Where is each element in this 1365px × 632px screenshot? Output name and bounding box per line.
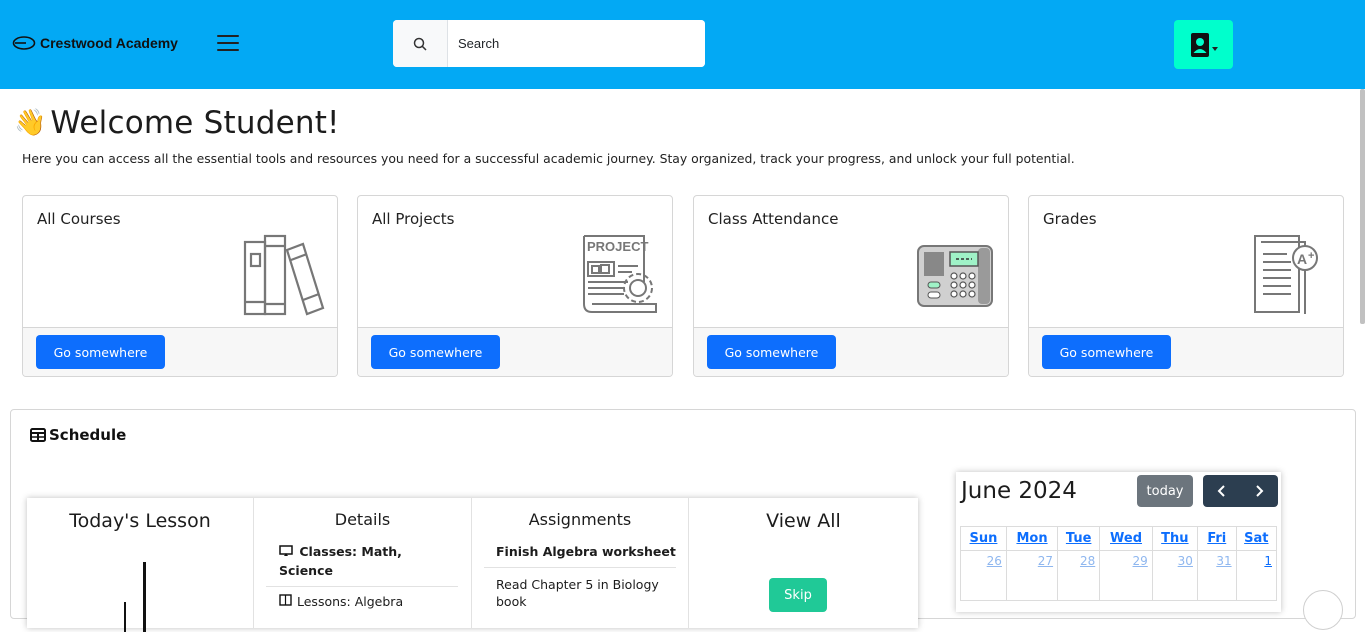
svg-text:PROJECT: PROJECT	[587, 239, 648, 254]
menu-toggle-icon[interactable]	[217, 35, 239, 53]
weekday-header[interactable]: Fri	[1196, 526, 1237, 551]
calendar-day[interactable]: 30	[1151, 550, 1198, 601]
profile-dropdown-button[interactable]	[1174, 20, 1233, 69]
weekday-row: Sun Mon Tue Wed Thu Fri Sat	[960, 526, 1278, 551]
go-attendance-button[interactable]: Go somewhere	[707, 335, 836, 369]
view-all-column: View All Skip	[689, 498, 918, 628]
screen-icon	[279, 545, 293, 556]
waving-hand-icon: 👋	[14, 108, 47, 138]
logo-icon	[12, 36, 36, 50]
classes-info: Classes: Math, Science	[279, 542, 454, 580]
weekday-header[interactable]: Sun	[960, 526, 1007, 551]
card-class-attendance: Class Attendance Go somewhere	[693, 195, 1009, 377]
lessons-info: Lessons: Algebra	[279, 594, 403, 609]
assignment-item[interactable]: Finish Algebra worksheet	[496, 544, 676, 559]
page-title: Welcome Student!	[50, 105, 340, 141]
project-icon: PROJECT	[583, 235, 657, 313]
view-all-heading[interactable]: View All	[689, 510, 918, 532]
weekday-header[interactable]: Thu	[1151, 526, 1198, 551]
lesson-chart-line	[143, 562, 146, 632]
card-title: Grades	[1043, 210, 1097, 228]
next-month-button[interactable]	[1241, 475, 1279, 507]
todays-lesson-heading: Today's Lesson	[69, 510, 211, 532]
schedule-title-text: Schedule	[49, 426, 127, 444]
lesson-chart-tick	[124, 602, 126, 632]
weekday-header[interactable]: Mon	[1005, 526, 1059, 551]
search-input[interactable]	[448, 20, 705, 67]
calendar-day[interactable]: 28	[1057, 550, 1101, 601]
scroll-to-top-button[interactable]	[1303, 590, 1343, 630]
details-column: Details Classes: Math, Science Lessons: …	[254, 498, 472, 628]
card-footer: Go somewhere	[358, 327, 672, 376]
chevron-right-icon	[1256, 485, 1264, 497]
today-button[interactable]: today	[1137, 475, 1193, 507]
calendar-day[interactable]: 27	[1005, 550, 1059, 601]
welcome-heading: 👋 Welcome Student!	[14, 105, 340, 141]
details-heading: Details	[334, 510, 391, 529]
books-icon	[243, 234, 325, 316]
intro-text: Here you can access all the essential to…	[22, 151, 1075, 166]
card-grades: Grades A + Go somewhere	[1028, 195, 1344, 377]
calendar-title: June 2024	[961, 478, 1077, 504]
divider	[484, 567, 676, 568]
lessons-text: Lessons: Algebra	[297, 594, 404, 609]
week-row: 26 27 28 29 30 31 1	[960, 550, 1278, 601]
assignments-column: Assignments Finish Algebra worksheet Rea…	[472, 498, 689, 628]
calendar-day[interactable]: 1	[1235, 550, 1278, 601]
top-navbar: Crestwood Academy	[0, 0, 1365, 89]
svg-text:A: A	[1297, 251, 1307, 267]
prev-month-button[interactable]	[1203, 475, 1241, 507]
go-grades-button[interactable]: Go somewhere	[1042, 335, 1171, 369]
card-footer: Go somewhere	[1029, 327, 1343, 376]
card-all-projects: All Projects PROJECT Go somewhere	[357, 195, 673, 377]
divider	[266, 586, 458, 587]
skip-button[interactable]: Skip	[769, 578, 827, 612]
weekday-header[interactable]: Sat	[1235, 526, 1278, 551]
search-icon	[413, 37, 427, 51]
go-courses-button[interactable]: Go somewhere	[36, 335, 165, 369]
card-title: All Courses	[37, 210, 121, 228]
brand-name: Crestwood Academy	[40, 35, 178, 51]
calendar-day[interactable]: 29	[1099, 550, 1153, 601]
calendar-day[interactable]: 31	[1196, 550, 1237, 601]
card-footer: Go somewhere	[694, 327, 1008, 376]
page-scrollbar[interactable]	[1360, 89, 1365, 324]
go-projects-button[interactable]: Go somewhere	[371, 335, 500, 369]
weekday-header[interactable]: Tue	[1057, 526, 1101, 551]
book-icon	[279, 594, 292, 606]
attendance-machine-icon	[917, 245, 993, 307]
assignments-heading: Assignments	[528, 510, 632, 529]
search-bar	[393, 20, 705, 67]
card-all-courses: All Courses Go somewhere	[22, 195, 338, 377]
calendar-nav	[1203, 475, 1278, 507]
calendar-day[interactable]: 26	[960, 550, 1007, 601]
classes-text: Classes: Math, Science	[279, 544, 402, 578]
calendar-widget: June 2024 today Sun Mon Tue Wed Thu Fri …	[956, 472, 1281, 612]
schedule-title: Schedule	[30, 426, 126, 444]
brand-logo[interactable]: Crestwood Academy	[12, 34, 178, 52]
weekday-header[interactable]: Wed	[1099, 526, 1153, 551]
search-button[interactable]	[393, 20, 448, 67]
calendar-grid: Sun Mon Tue Wed Thu Fri Sat 26 27 28 29 …	[960, 526, 1278, 601]
todays-lesson-column: Today's Lesson	[27, 498, 254, 632]
user-contact-icon	[1190, 32, 1209, 57]
grade-report-icon: A +	[1254, 235, 1318, 314]
card-title: All Projects	[372, 210, 455, 228]
card-footer: Go somewhere	[23, 327, 337, 376]
svg-text:+: +	[1308, 250, 1314, 262]
chevron-left-icon	[1217, 485, 1225, 497]
lesson-panel: Today's Lesson Details Classes: Math, Sc…	[27, 498, 918, 632]
chevron-down-icon	[1211, 46, 1218, 51]
table-icon	[30, 428, 46, 442]
card-title: Class Attendance	[708, 210, 839, 228]
